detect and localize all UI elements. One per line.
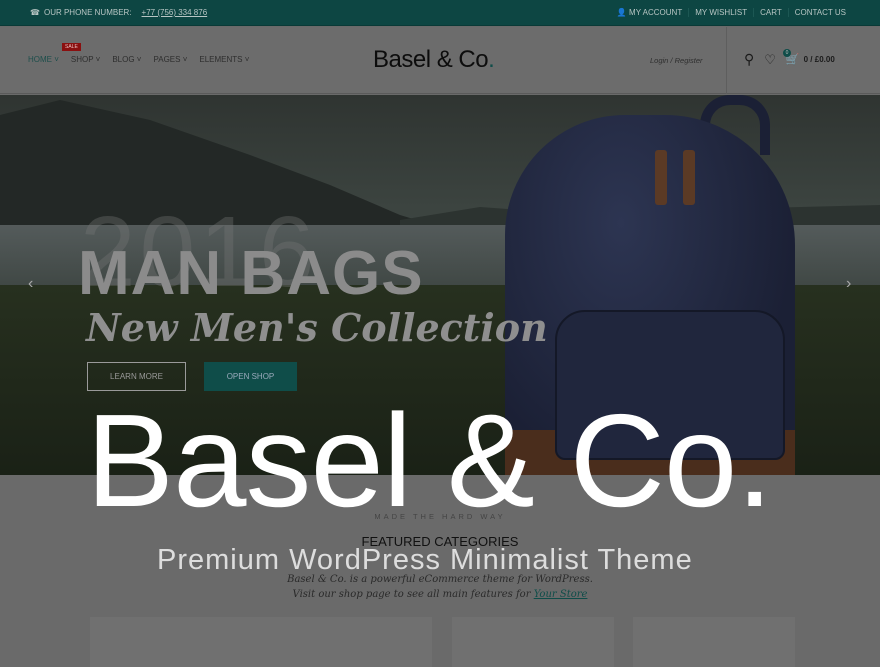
divider [726,27,727,94]
hero-subtitle: New Men's Collection [86,305,548,350]
next-slide-arrow-icon[interactable]: › [846,275,851,293]
phone-label: OUR PHONE NUMBER: [43,8,132,17]
my-wishlist-link[interactable]: MY WISHLIST [688,8,753,17]
phone-icon: ☎ [30,8,40,17]
overlay-subtitle: Premium WordPress Minimalist Theme [157,544,693,576]
nav-pages[interactable]: PAGES ˅ [153,55,187,64]
wishlist-count: 0 [783,49,791,57]
zipper-pull [655,150,667,205]
top-bar: ☎ OUR PHONE NUMBER: +77 (756) 334 876 👤 … [0,0,880,26]
your-store-link[interactable]: Your Store [534,589,588,600]
nav-shop[interactable]: SHOP ˅ [71,55,100,64]
overlay-title: Basel & Co. [86,387,773,534]
search-icon[interactable]: ⚲ [744,51,754,68]
login-register-link[interactable]: Login / Register [650,56,703,65]
zipper-pull [683,150,695,205]
logo[interactable]: Basel & Co. [373,46,495,74]
cart-total[interactable]: 0 / £0.00 [804,55,835,64]
user-icon: 👤 [616,8,627,17]
phone-number[interactable]: +77 (756) 334 876 [142,8,208,17]
nav-blog[interactable]: BLOG ˅ [112,55,141,64]
nav-home[interactable]: HOME ˅ [28,55,59,64]
nav-elements[interactable]: ELEMENTS ˅ [199,55,249,64]
prev-slide-arrow-icon[interactable]: ‹ [28,275,33,293]
cart-link[interactable]: CART [753,8,788,17]
phone-info: ☎ OUR PHONE NUMBER: +77 (756) 334 876 [30,8,207,17]
header: HOME ˅ SHOP ˅ BLOG ˅ PAGES ˅ ELEMENTS ˅ … [0,27,880,94]
hero-title: MAN BAGS [78,239,424,308]
wishlist-icon[interactable]: ♡ [764,52,776,68]
my-account-link[interactable]: 👤 MY ACCOUNT [611,8,688,17]
main-nav: HOME ˅ SHOP ˅ BLOG ˅ PAGES ˅ ELEMENTS ˅ [28,55,249,64]
sale-badge: SALE [62,43,81,51]
contact-us-link[interactable]: CONTACT US [787,8,852,17]
